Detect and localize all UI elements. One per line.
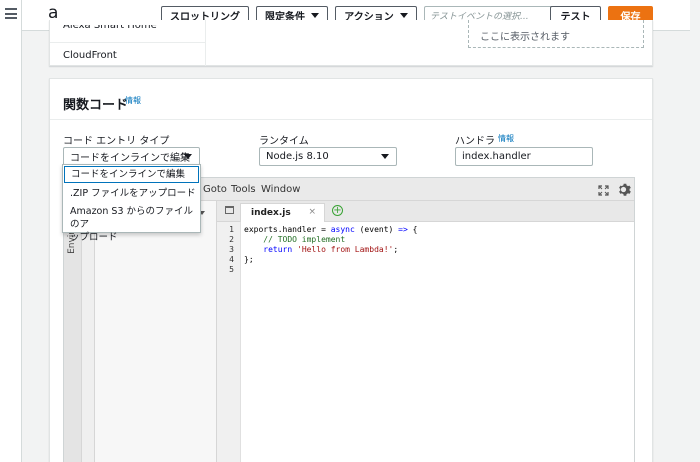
dropdown-option-inline[interactable]: コードをインラインで編集 [64, 166, 199, 183]
trigger-item-alexa[interactable]: Alexa Smart Home [63, 25, 157, 32]
code-entry-value: コードをインラインで編集 [70, 153, 190, 164]
handler-info-link[interactable]: 情報 [498, 133, 514, 144]
divider [50, 119, 652, 120]
code-entry-label: コード エントリ タイプ [63, 136, 170, 147]
placeholder-text: ここに表示されます [480, 32, 570, 43]
handler-value: index.handler [462, 151, 531, 162]
left-nav [0, 0, 22, 462]
code-line: }; [244, 255, 254, 264]
designer-panel: Alexa Smart Home CloudFront ここに表示されます [49, 20, 653, 66]
menu-icon[interactable] [5, 8, 17, 19]
chevron-down-icon [399, 13, 408, 18]
option-s3-line1: Amazon S3 からのファイルのア [70, 206, 194, 230]
menu-tools[interactable]: Tools [231, 184, 256, 195]
divider [50, 42, 205, 43]
chevron-down-icon [311, 13, 319, 18]
add-tab-icon[interactable]: + [332, 205, 343, 216]
tab-label: index.js [251, 208, 291, 218]
runtime-label: ランタイム [259, 136, 309, 147]
editor-tab-bar: index.js × + [217, 201, 634, 222]
handler-label: ハンドラ [455, 136, 495, 147]
dropdown-option-zip[interactable]: .ZIP ファイルをアップロード [63, 185, 200, 202]
menu-goto[interactable]: Goto [203, 184, 227, 195]
code-line: exports.handler = async (event) => { [244, 225, 418, 234]
runtime-value: Node.js 8.10 [266, 151, 329, 162]
divider [205, 20, 206, 66]
tab-index-js[interactable]: index.js × [240, 203, 325, 222]
code-line: // TODO implement [244, 235, 346, 244]
line-number-gutter: 1 2 3 4 5 [217, 222, 241, 462]
dropdown-option-s3[interactable]: Amazon S3 からのファイルのア ップロード [63, 204, 200, 243]
gear-icon[interactable] [616, 182, 631, 197]
close-icon[interactable]: × [308, 207, 316, 217]
runtime-select[interactable]: Node.js 8.10 [259, 147, 397, 166]
fullscreen-icon[interactable] [598, 185, 609, 196]
chevron-down-icon [184, 154, 192, 159]
chevron-down-icon [381, 154, 389, 159]
page-scrollbar[interactable] [690, 0, 700, 462]
line-number: 4 [229, 255, 234, 264]
handler-input[interactable]: index.handler [455, 147, 593, 166]
section-title: 関数コード [63, 98, 129, 113]
function-code-panel: 関数コード 情報 コード エントリ タイプ コードをインラインで編集 ランタイム… [49, 78, 653, 462]
code-area[interactable]: exports.handler = async (event) => { // … [241, 222, 634, 462]
line-number: 1 [229, 225, 234, 234]
option-s3-line2: ップロード [70, 232, 118, 243]
trigger-item-cloudfront[interactable]: CloudFront [63, 50, 117, 61]
menu-window[interactable]: Window [261, 184, 300, 195]
line-number: 2 [229, 235, 234, 244]
line-number: 3 [229, 245, 234, 254]
line-number: 5 [229, 265, 234, 274]
info-link[interactable]: 情報 [125, 95, 141, 106]
code-line: return 'Hello from Lambda!'; [263, 245, 399, 254]
code-entry-type-dropdown: コードをインラインで編集 .ZIP ファイルをアップロード Amazon S3 … [62, 164, 201, 243]
file-icon [225, 206, 234, 214]
